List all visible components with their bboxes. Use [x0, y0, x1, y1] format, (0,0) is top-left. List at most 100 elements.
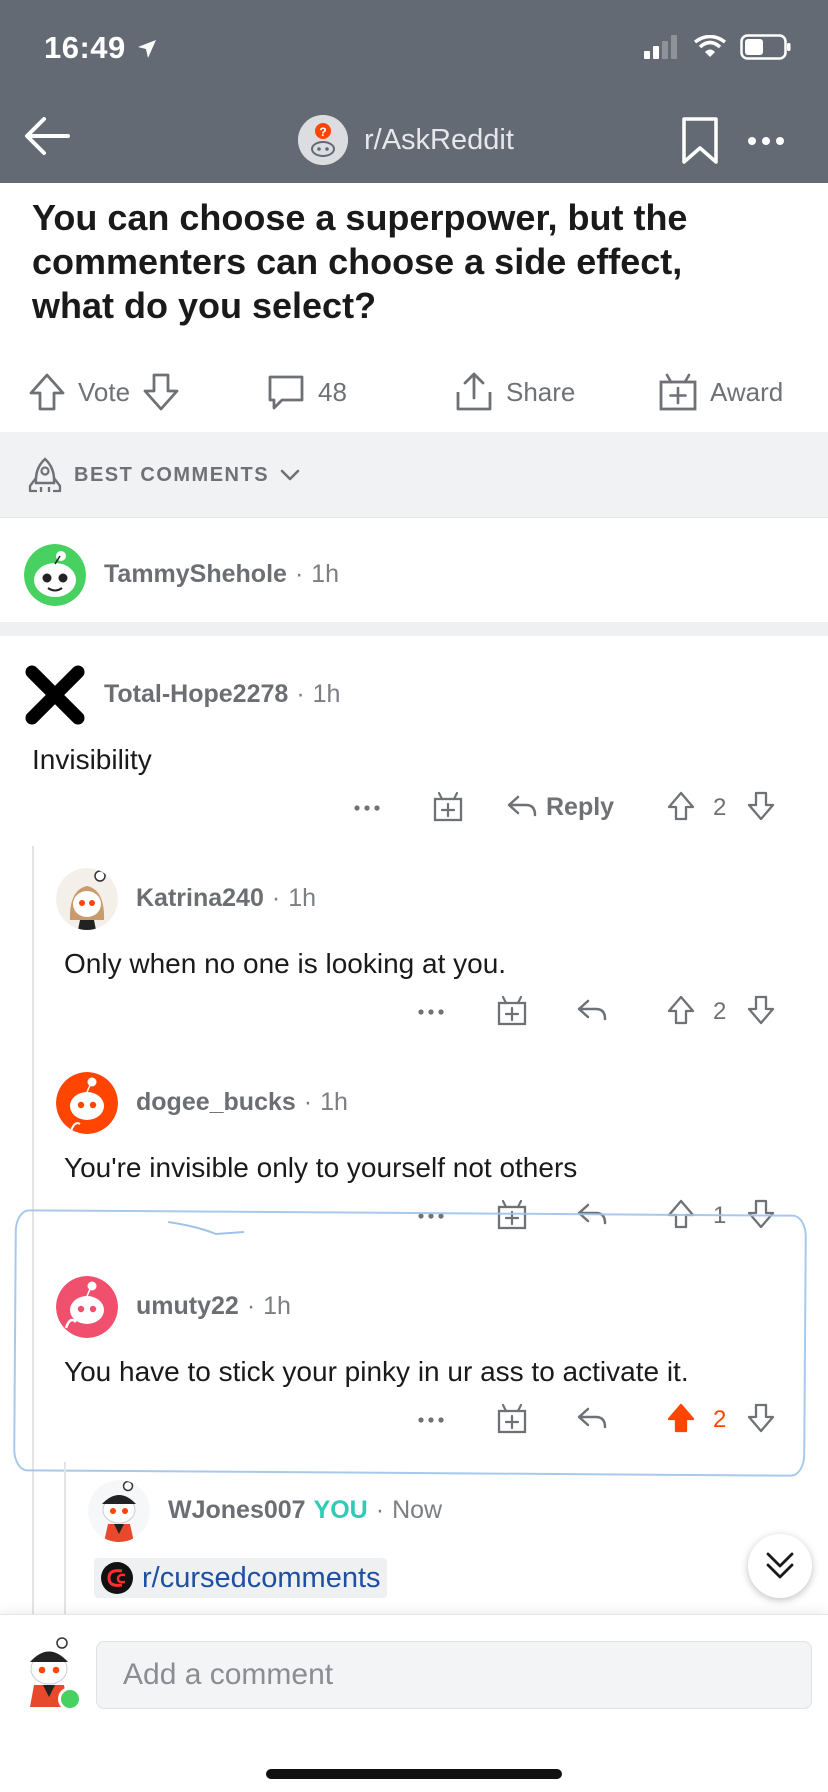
avatar[interactable]	[56, 868, 118, 930]
comment-input[interactable]	[96, 1641, 812, 1709]
subreddit-link[interactable]: r/cursedcomments	[94, 1558, 387, 1598]
signal-icon	[644, 35, 677, 59]
vote-count: 2	[713, 998, 727, 1025]
vote-count: 2	[713, 1406, 727, 1433]
annotation-scribble	[167, 1221, 245, 1236]
meta-dot: ·	[294, 560, 304, 588]
meta-dot: ·	[296, 680, 305, 708]
gift-icon[interactable]	[432, 790, 464, 822]
location-arrow-icon	[138, 40, 156, 58]
upvote-icon[interactable]	[666, 994, 696, 1026]
award-button[interactable]: Award	[658, 372, 783, 412]
vote-count: 2	[713, 794, 727, 821]
online-status-dot	[58, 1687, 82, 1711]
vote-label: Vote	[78, 376, 131, 407]
comment-time: Now	[392, 1496, 443, 1524]
post-vote-group: Vote	[28, 372, 180, 412]
username[interactable]: dogee_bucks	[136, 1088, 296, 1117]
battery-icon	[740, 34, 791, 60]
svg-text:?: ?	[319, 125, 326, 139]
share-icon	[456, 372, 492, 411]
bookmark-icon[interactable]	[680, 116, 720, 166]
comment-body: Invisibility	[32, 744, 152, 775]
comment-time: 1h	[263, 1292, 291, 1320]
you-badge: YOU	[313, 1496, 368, 1524]
sort-dropdown[interactable]: BEST COMMENTS	[26, 456, 301, 494]
subreddit-icon: ?	[298, 115, 348, 165]
reply-icon[interactable]	[576, 1404, 608, 1432]
downvote-icon[interactable]	[746, 1402, 776, 1434]
avatar[interactable]	[56, 1072, 118, 1134]
comment-meta: Total-Hope2278 · 1h	[104, 680, 340, 709]
upvote-icon-active[interactable]	[666, 1402, 696, 1434]
username[interactable]: Katrina240	[136, 884, 264, 913]
downvote-icon[interactable]	[746, 790, 776, 822]
comment-divider	[0, 622, 828, 636]
comment-count: 48	[318, 376, 347, 407]
gift-icon[interactable]	[496, 1402, 528, 1434]
double-chevron-down-icon	[766, 1552, 794, 1579]
avatar[interactable]	[56, 1276, 118, 1338]
more-icon[interactable]	[416, 1002, 446, 1022]
meta-dot: ·	[303, 1088, 313, 1116]
comment-body: You have to stick your pinky in ur ass t…	[64, 1356, 689, 1387]
upvote-icon[interactable]	[28, 372, 66, 412]
status-time: 16:49	[44, 30, 126, 65]
post-title: You can choose a superpower, but the com…	[32, 197, 688, 326]
comment-composer	[0, 1614, 828, 1792]
share-button[interactable]: Share	[454, 372, 575, 412]
share-label: Share	[506, 376, 576, 407]
upvote-icon[interactable]	[666, 790, 696, 822]
back-arrow-icon[interactable]	[22, 110, 74, 162]
next-comment-button[interactable]	[748, 1534, 812, 1598]
post-action-bar: Vote 48 Share Award	[0, 360, 828, 426]
comment-actions: 2	[0, 1400, 828, 1440]
username[interactable]: WJones007	[168, 1496, 306, 1525]
subreddit-link-icon	[101, 1562, 133, 1594]
comment-time: 1h	[288, 884, 316, 912]
sort-label: BEST COMMENTS	[74, 463, 270, 486]
subreddit-name: r/AskReddit	[364, 123, 514, 156]
gift-icon[interactable]	[496, 994, 528, 1026]
comment-meta: WJones007 YOU · Now	[168, 1496, 442, 1525]
reply-icon[interactable]	[506, 792, 538, 820]
downvote-icon[interactable]	[142, 372, 180, 412]
comment-body: You're invisible only to yourself not ot…	[64, 1152, 578, 1183]
more-icon[interactable]	[416, 1410, 446, 1430]
reply-icon[interactable]	[576, 996, 608, 1024]
comment-time: 1h	[312, 680, 341, 708]
comment-meta: dogee_bucks · 1h	[136, 1088, 348, 1117]
username[interactable]: umuty22	[136, 1292, 239, 1321]
meta-dot: ·	[271, 884, 281, 912]
username[interactable]: TammyShehole	[104, 560, 287, 589]
gift-icon	[659, 373, 697, 411]
comment-time: 1h	[320, 1088, 348, 1116]
more-icon[interactable]	[352, 798, 382, 818]
app-header: 16:49 ? r/AskReddit	[0, 0, 828, 183]
comment-actions: 2	[0, 992, 828, 1032]
comment-meta: TammyShehole · 1h	[104, 560, 339, 589]
comment-meta: umuty22 · 1h	[136, 1292, 291, 1321]
comments-button[interactable]: 48	[266, 372, 347, 412]
more-icon[interactable]	[744, 126, 788, 156]
comment-bubble-icon	[268, 375, 304, 410]
thread-line[interactable]	[64, 1462, 66, 1614]
status-indicators	[644, 34, 792, 60]
avatar[interactable]	[24, 544, 86, 606]
home-indicator[interactable]	[266, 1769, 562, 1779]
reply-button[interactable]: Reply	[546, 793, 614, 822]
comment-time: 1h	[311, 560, 340, 588]
comment-meta: Katrina240 · 1h	[136, 884, 316, 913]
subreddit-link-label: r/cursedcomments	[142, 1561, 381, 1594]
username[interactable]: Total-Hope2278	[104, 680, 288, 709]
downvote-icon[interactable]	[746, 994, 776, 1026]
comment-actions: Reply 2	[0, 788, 828, 828]
chevron-down-icon	[280, 469, 300, 481]
meta-dot: ·	[375, 1496, 385, 1524]
award-label: Award	[710, 376, 784, 407]
rocket-icon	[28, 457, 62, 493]
avatar[interactable]	[88, 1480, 150, 1542]
avatar[interactable]	[24, 664, 86, 726]
meta-dot: ·	[246, 1292, 256, 1320]
subreddit-header[interactable]: ? r/AskReddit	[298, 115, 514, 165]
